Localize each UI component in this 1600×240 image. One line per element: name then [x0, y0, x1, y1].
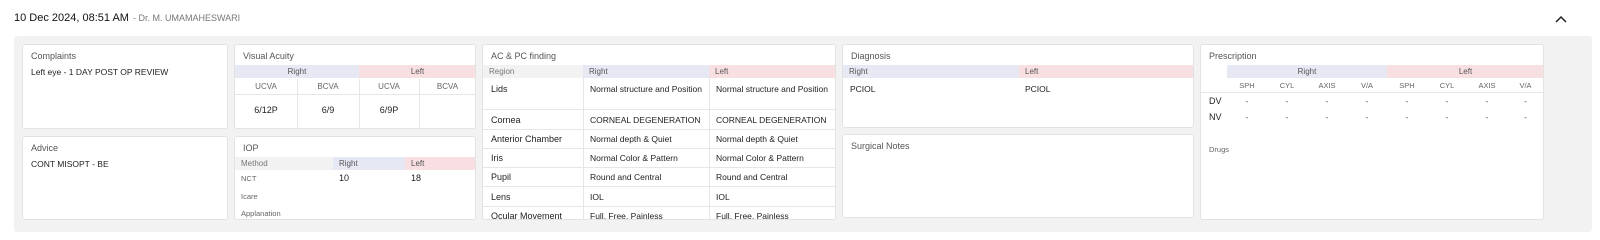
rx-value: -: [1365, 113, 1369, 122]
rx-column-header: CYL: [1439, 81, 1455, 90]
acpc-region: Pupil: [491, 172, 512, 182]
va-value: [419, 103, 475, 117]
va-right-header: Right: [235, 65, 359, 78]
rx-value: -: [1325, 97, 1329, 106]
diagnosis-title: Diagnosis: [851, 51, 891, 61]
acpc-region: Ocular Movement: [491, 211, 563, 220]
rx-row-label: DV: [1209, 96, 1222, 106]
iop-left-value: 18: [411, 173, 422, 183]
rx-column-header: SPH: [1399, 81, 1415, 90]
complaints-title: Complaints: [31, 51, 77, 61]
visit-header: 10 Dec 2024, 08:51 AM - Dr. M. UMAMAHESW…: [14, 12, 240, 26]
acpc-right-value: Normal structure and Position: [590, 84, 702, 94]
va-column-header: BCVA: [317, 81, 339, 91]
iop-left-header: Left: [405, 157, 475, 170]
acpc-right-value: Normal depth & Quiet: [590, 134, 672, 144]
va-column-header: BCVA: [436, 81, 459, 91]
diagnosis-right-header: Right: [843, 65, 1019, 78]
diagnosis-card: Diagnosis Right Left PCIOL PCIOL: [842, 44, 1194, 128]
iop-method-header: Method: [235, 157, 333, 170]
collapse-button[interactable]: [1554, 12, 1568, 26]
diagnosis-right-value: PCIOL: [850, 84, 876, 94]
acpc-region-header: Region: [483, 65, 583, 78]
rx-value: -: [1405, 113, 1409, 122]
acpc-region: Lens: [491, 192, 511, 202]
visual-acuity-card: Visual Acuity Right Left UCVA BCVA UCVA …: [234, 44, 476, 129]
va-column-header: UCVA: [255, 81, 277, 91]
visual-acuity-title: Visual Acuity: [243, 51, 294, 61]
rx-value: -: [1524, 113, 1527, 122]
rx-value: -: [1365, 97, 1369, 106]
acpc-left-value: CORNEAL DEGENERATION: [716, 115, 827, 125]
diagnosis-left-value: PCIOL: [1025, 84, 1051, 94]
advice-title: Advice: [31, 143, 59, 153]
acpc-left-value: IOL: [716, 192, 730, 202]
rx-left-header: Left: [1387, 65, 1543, 78]
va-value: 6/9: [321, 105, 335, 115]
rx-column-header: SPH: [1239, 81, 1255, 90]
acpc-right-header: Right: [583, 65, 709, 78]
rx-column-header: CYL: [1279, 81, 1295, 90]
iop-right-value: 10: [339, 173, 350, 183]
acpc-left-header: Left: [709, 65, 835, 78]
acpc-region: Lids: [491, 84, 508, 94]
rx-row-label: NV: [1209, 112, 1222, 122]
rx-value: -: [1485, 113, 1489, 122]
rx-column-header: V/A: [1519, 81, 1532, 90]
iop-method: NCT: [241, 174, 257, 183]
rx-column-header: V/A: [1360, 81, 1374, 90]
rx-value: -: [1245, 97, 1249, 106]
acpc-title: AC & PC finding: [491, 51, 557, 61]
complaints-card: Complaints Left eye - 1 DAY POST OP REVI…: [22, 44, 228, 129]
rx-value: -: [1445, 97, 1449, 106]
rx-column-header: AXIS: [1478, 81, 1496, 90]
acpc-left-value: Full, Free, Painless: [716, 211, 789, 220]
rx-value: -: [1285, 113, 1289, 122]
advice-text: CONT MISOPT - BE: [31, 159, 109, 169]
acpc-right-value: Normal Color & Pattern: [590, 153, 678, 163]
va-value: 6/12P: [254, 105, 278, 115]
acpc-left-value: Normal structure and Position: [716, 84, 828, 94]
acpc-region: Anterior Chamber: [491, 134, 563, 144]
rx-value: -: [1524, 97, 1527, 106]
iop-right-header: Right: [333, 157, 405, 170]
rx-value: -: [1325, 113, 1329, 122]
surgical-notes-card: Surgical Notes: [842, 134, 1194, 218]
diagnosis-left-header: Left: [1019, 65, 1193, 78]
acpc-left-value: Round and Central: [716, 172, 788, 182]
acpc-right-value: CORNEAL DEGENERATION: [590, 115, 701, 125]
va-value: 6/9P: [379, 105, 399, 115]
visit-date: 10 Dec 2024, 08:51 AM: [14, 12, 129, 24]
va-column-header: UCVA: [378, 81, 400, 91]
acpc-left-value: Normal Color & Pattern: [716, 153, 804, 163]
va-left-header: Left: [359, 65, 475, 78]
acpc-right-value: IOL: [590, 192, 604, 202]
rx-column-header: AXIS: [1318, 81, 1336, 90]
rx-value: -: [1445, 113, 1449, 122]
acpc-region: Iris: [491, 153, 503, 163]
rx-value: -: [1245, 113, 1249, 122]
advice-card: Advice CONT MISOPT - BE: [22, 136, 228, 220]
iop-title: IOP: [243, 143, 259, 153]
rx-value: -: [1285, 97, 1289, 106]
acpc-left-value: Normal depth & Quiet: [716, 134, 798, 144]
complaints-text: Left eye - 1 DAY POST OP REVIEW: [31, 67, 169, 77]
acpc-region: Cornea: [491, 115, 521, 125]
prescription-title: Prescription: [1209, 51, 1257, 61]
prescription-card: Prescription Right Left SPH CYL AXIS V/A…: [1200, 44, 1544, 220]
iop-card: IOP Method Right Left NCT 10 18 Icare Ap…: [234, 136, 476, 220]
acpc-card: AC & PC finding Region Right Left Lids N…: [482, 44, 836, 220]
rx-value: -: [1405, 97, 1409, 106]
rx-value: -: [1485, 97, 1489, 106]
doctor-name: - Dr. M. UMAMAHESWARI: [132, 13, 241, 23]
rx-right-header: Right: [1227, 65, 1387, 78]
iop-method: Applanation: [241, 209, 281, 218]
drugs-label: Drugs: [1209, 145, 1230, 154]
acpc-right-value: Round and Central: [590, 172, 662, 182]
iop-method: Icare: [241, 192, 258, 201]
acpc-right-value: Full, Free, Painless: [590, 211, 663, 220]
chevron-up-icon: [1555, 15, 1567, 23]
surgical-notes-title: Surgical Notes: [851, 141, 910, 151]
